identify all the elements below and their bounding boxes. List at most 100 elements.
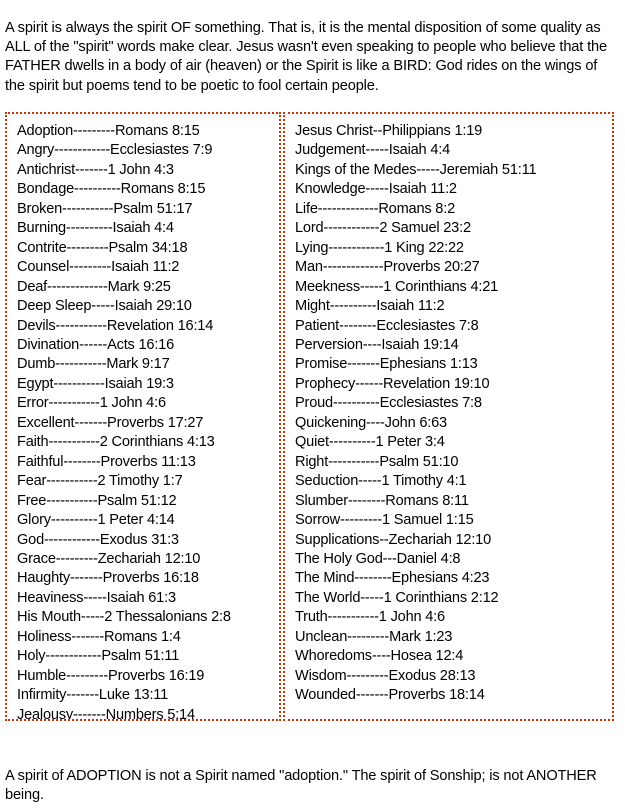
spirit-word-entry: Error-----------1 John 4:6 bbox=[17, 394, 279, 413]
entry-dash-leader: ---- bbox=[362, 336, 382, 353]
entry-term: Divination bbox=[17, 336, 80, 353]
spirit-word-entry: Quiet----------1 Peter 3:4 bbox=[295, 433, 612, 452]
entry-term: His Mouth bbox=[17, 609, 81, 626]
table-cell-right: Jesus Christ--Philippians 1:19 Judgement-… bbox=[283, 112, 614, 721]
entry-scripture-reference: Ephesians 4:23 bbox=[391, 570, 490, 587]
entry-scripture-reference: Jeremiah 51:11 bbox=[439, 161, 537, 178]
entry-dash-leader: ----------- bbox=[55, 356, 107, 373]
entry-term: Grace bbox=[17, 550, 56, 567]
entry-term: Holiness bbox=[17, 628, 72, 645]
entry-scripture-reference: Psalm 51:10 bbox=[379, 453, 459, 470]
spirit-word-entry: The World-----1 Corinthians 2:12 bbox=[295, 589, 612, 608]
spirit-word-list-left: Adoption---------Romans 8:15 Angry-------… bbox=[17, 122, 279, 721]
entry-dash-leader: --------- bbox=[347, 628, 390, 645]
spirit-word-entry: Jealousy-------Numbers 5:14 bbox=[17, 706, 279, 721]
entry-term: Kings of the Medes bbox=[295, 161, 417, 178]
entry-scripture-reference: Isaiah 4:4 bbox=[388, 142, 451, 159]
entry-scripture-reference: Hosea 12:4 bbox=[390, 648, 464, 665]
entry-dash-leader: ----------- bbox=[62, 200, 114, 217]
spirit-word-entry: Judgement-----Isaiah 4:4 bbox=[295, 141, 612, 160]
entry-dash-leader: ---------- bbox=[65, 220, 113, 237]
spirit-word-entry: Life-------------Romans 8:2 bbox=[295, 200, 612, 219]
entry-dash-leader: ---------- bbox=[328, 434, 376, 451]
entry-dash-leader: ------- bbox=[74, 414, 108, 431]
entry-dash-leader: ------------- bbox=[317, 200, 379, 217]
entry-term: Deaf bbox=[17, 278, 48, 295]
spirit-word-entry: Quickening----John 6:63 bbox=[295, 414, 612, 433]
entry-scripture-reference: Proverbs 17:27 bbox=[107, 414, 204, 431]
entry-dash-leader: --------- bbox=[346, 667, 389, 684]
entry-scripture-reference: Proverbs 16:18 bbox=[102, 570, 199, 587]
entry-scripture-reference: Ephesians 1:13 bbox=[379, 356, 478, 373]
entry-scripture-reference: Isaiah 11:2 bbox=[376, 298, 445, 315]
spirit-word-entry: Holiness-------Romans 1:4 bbox=[17, 628, 279, 647]
entry-term: Supplications bbox=[295, 531, 380, 548]
spirit-word-entry: Truth-----------1 John 4:6 bbox=[295, 608, 612, 627]
entry-scripture-reference: Isaiah 11:2 bbox=[111, 259, 180, 276]
entry-term: Deep Sleep bbox=[17, 298, 92, 315]
spirit-word-entry: Excellent-------Proverbs 17:27 bbox=[17, 414, 279, 433]
entry-term: Promise bbox=[295, 356, 348, 373]
spirit-word-entry: Fear-----------2 Timothy 1:7 bbox=[17, 472, 279, 491]
entry-dash-leader: ----- bbox=[83, 589, 107, 606]
entry-scripture-reference: Proverbs 20:27 bbox=[383, 259, 480, 276]
spirit-word-entry: The Holy God---Daniel 4:8 bbox=[295, 550, 612, 569]
entry-scripture-reference: Romans 8:2 bbox=[378, 200, 455, 217]
page-root: A spirit is always the spirit OF somethi… bbox=[0, 0, 625, 811]
entry-scripture-reference: Mark 1:23 bbox=[389, 628, 453, 645]
entry-term: Jesus Christ bbox=[295, 123, 373, 139]
entry-dash-leader: -------- bbox=[339, 317, 377, 334]
spirit-word-entry: Jesus Christ--Philippians 1:19 bbox=[295, 122, 612, 141]
table-cell-left: Adoption---------Romans 8:15 Angry-------… bbox=[5, 112, 281, 721]
intro-paragraph: A spirit is always the spirit OF somethi… bbox=[5, 19, 607, 94]
entry-scripture-reference: Isaiah 19:3 bbox=[104, 375, 174, 392]
spirit-word-entry: Wisdom---------Exodus 28:13 bbox=[295, 667, 612, 686]
spirit-word-entry: Wounded-------Proverbs 18:14 bbox=[295, 686, 612, 705]
entry-dash-leader: ----- bbox=[365, 142, 389, 159]
entry-scripture-reference: Zechariah 12:10 bbox=[388, 531, 492, 548]
entry-scripture-reference: 1 King 22:22 bbox=[384, 239, 464, 256]
entry-dash-leader: --------- bbox=[73, 123, 115, 139]
entry-scripture-reference: 1 Peter 4:14 bbox=[97, 512, 175, 529]
entry-term: Lord bbox=[295, 220, 324, 237]
entry-term: The Mind bbox=[295, 570, 355, 587]
entry-scripture-reference: 1 John 4:3 bbox=[107, 161, 174, 178]
entry-term: Jealousy bbox=[17, 706, 73, 721]
spirit-word-entry: Bondage----------Romans 8:15 bbox=[17, 180, 279, 199]
entry-term: Glory bbox=[17, 512, 51, 529]
entry-dash-leader: ----- bbox=[358, 473, 382, 490]
entry-scripture-reference: John 6:63 bbox=[384, 414, 448, 431]
entry-term: The World bbox=[295, 589, 361, 606]
entry-scripture-reference: Ecclesiastes 7:9 bbox=[110, 142, 213, 159]
entry-dash-leader: -------- bbox=[354, 570, 392, 587]
entry-term: Might bbox=[295, 298, 330, 315]
entry-scripture-reference: Romans 8:15 bbox=[114, 123, 200, 139]
spirit-word-entry: Unclean---------Mark 1:23 bbox=[295, 628, 612, 647]
spirit-word-entry: Lord------------2 Samuel 23:2 bbox=[295, 219, 612, 238]
entry-scripture-reference: Revelation 19:10 bbox=[383, 375, 490, 392]
entry-scripture-reference: Mark 9:17 bbox=[106, 356, 170, 373]
entry-dash-leader: -- bbox=[379, 531, 389, 548]
spirit-word-entry: Faith-----------2 Corinthians 4:13 bbox=[17, 433, 279, 452]
spirit-word-entry: Holy------------Psalm 51:11 bbox=[17, 647, 279, 666]
entry-term: Perversion bbox=[295, 336, 363, 353]
entry-dash-leader: ---------- bbox=[50, 512, 98, 529]
entry-dash-leader: ------ bbox=[355, 375, 384, 392]
entry-dash-leader: --------- bbox=[55, 550, 98, 567]
entry-scripture-reference: Luke 13:11 bbox=[98, 687, 169, 704]
entry-dash-leader: ----------- bbox=[327, 609, 379, 626]
entry-term: Unclean bbox=[295, 628, 348, 645]
entry-dash-leader: ------- bbox=[69, 570, 103, 587]
entry-term: Infirmity bbox=[17, 687, 67, 704]
spirit-word-entry: Sorrow---------1 Samuel 1:15 bbox=[295, 511, 612, 530]
entry-scripture-reference: Exodus 28:13 bbox=[388, 667, 476, 684]
entry-scripture-reference: Ecclesiastes 7:8 bbox=[376, 317, 479, 334]
spirit-word-entry: Free-----------Psalm 51:12 bbox=[17, 492, 279, 511]
entry-dash-leader: --------- bbox=[66, 239, 109, 256]
spirit-word-entry: Counsel---------Isaiah 11:2 bbox=[17, 258, 279, 277]
spirit-word-entry: Whoredoms----Hosea 12:4 bbox=[295, 647, 612, 666]
entry-term: Bondage bbox=[17, 181, 75, 198]
entry-dash-leader: ----------- bbox=[328, 453, 380, 470]
entry-dash-leader: ----------- bbox=[48, 395, 100, 412]
entry-dash-leader: ----------- bbox=[55, 317, 107, 334]
